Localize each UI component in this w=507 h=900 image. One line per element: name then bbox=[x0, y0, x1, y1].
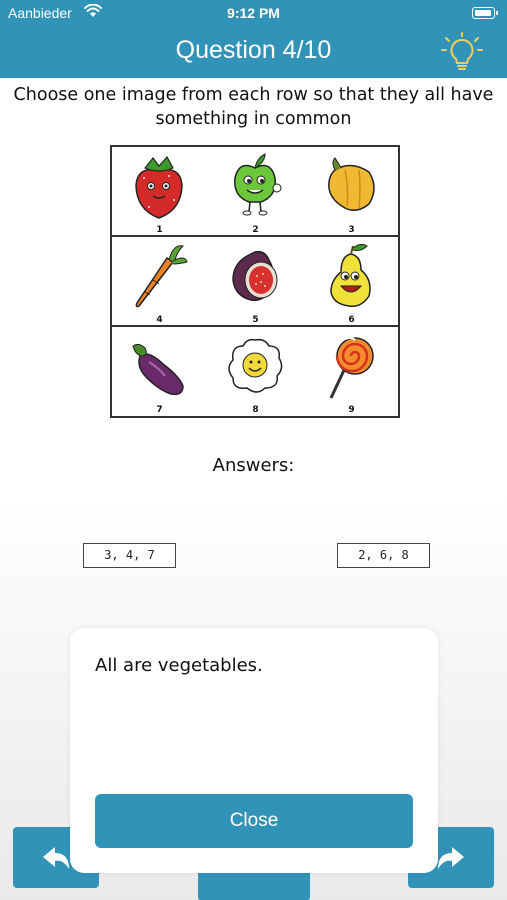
status-time: 9:12 PM bbox=[227, 5, 280, 21]
answer-option-1[interactable]: 3, 4, 7 bbox=[83, 543, 176, 568]
image-grid: 1 2 3 4 5 6 7 8 9 bbox=[110, 145, 400, 418]
bell-pepper-icon bbox=[328, 157, 375, 211]
page-title: Question 4/10 bbox=[175, 36, 332, 64]
grid-number: 6 bbox=[348, 315, 355, 325]
answers-label: Answers: bbox=[212, 455, 295, 476]
grid-number: 7 bbox=[156, 405, 163, 415]
grid-number: 5 bbox=[252, 315, 259, 325]
fried-egg-icon bbox=[228, 338, 283, 393]
close-button[interactable]: Close bbox=[95, 794, 413, 848]
grid-cell-8[interactable]: 8 bbox=[208, 327, 303, 417]
redo-arrow-icon bbox=[438, 847, 464, 869]
grid-cell-1[interactable]: 1 bbox=[112, 147, 207, 237]
carrot-icon bbox=[135, 245, 188, 308]
header-bar: Aanbieder 9:12 PM Question 4/10 bbox=[0, 0, 507, 78]
answer-option-2[interactable]: 2, 6, 8 bbox=[337, 543, 430, 568]
dialog-message: All are vegetables. bbox=[95, 655, 263, 676]
undo-arrow-icon bbox=[43, 847, 69, 869]
status-bar: Aanbieder 9:12 PM bbox=[0, 0, 507, 28]
lightbulb-icon[interactable] bbox=[440, 32, 484, 76]
eggplant-icon bbox=[132, 343, 184, 396]
grid-row-1: 1 2 3 bbox=[112, 147, 398, 237]
grid-cell-3[interactable]: 3 bbox=[304, 147, 399, 237]
grid-cell-7[interactable]: 7 bbox=[112, 327, 207, 417]
explanation-dialog: All are vegetables. Close bbox=[70, 628, 438, 873]
grid-number: 9 bbox=[348, 405, 355, 415]
lollipop-icon bbox=[329, 337, 374, 399]
pear-icon bbox=[330, 243, 371, 308]
apple-icon bbox=[234, 153, 282, 216]
fig-icon bbox=[232, 250, 278, 302]
grid-number: 4 bbox=[156, 315, 163, 325]
grid-number: 8 bbox=[252, 405, 259, 415]
question-prompt: Choose one image from each row so that t… bbox=[13, 85, 494, 129]
grid-cell-2[interactable]: 2 bbox=[208, 147, 303, 237]
grid-number: 2 bbox=[252, 225, 259, 235]
grid-cell-6[interactable]: 6 bbox=[304, 237, 399, 327]
grid-cell-5[interactable]: 5 bbox=[208, 237, 303, 327]
grid-row-3: 7 8 9 bbox=[112, 327, 398, 417]
grid-number: 1 bbox=[156, 225, 163, 235]
grid-cell-9[interactable]: 9 bbox=[304, 327, 399, 417]
grid-number: 3 bbox=[348, 225, 355, 235]
grid-row-2: 4 5 6 bbox=[112, 237, 398, 327]
grid-cell-4[interactable]: 4 bbox=[112, 237, 207, 327]
strawberry-icon bbox=[135, 155, 183, 219]
battery-icon bbox=[472, 7, 498, 19]
